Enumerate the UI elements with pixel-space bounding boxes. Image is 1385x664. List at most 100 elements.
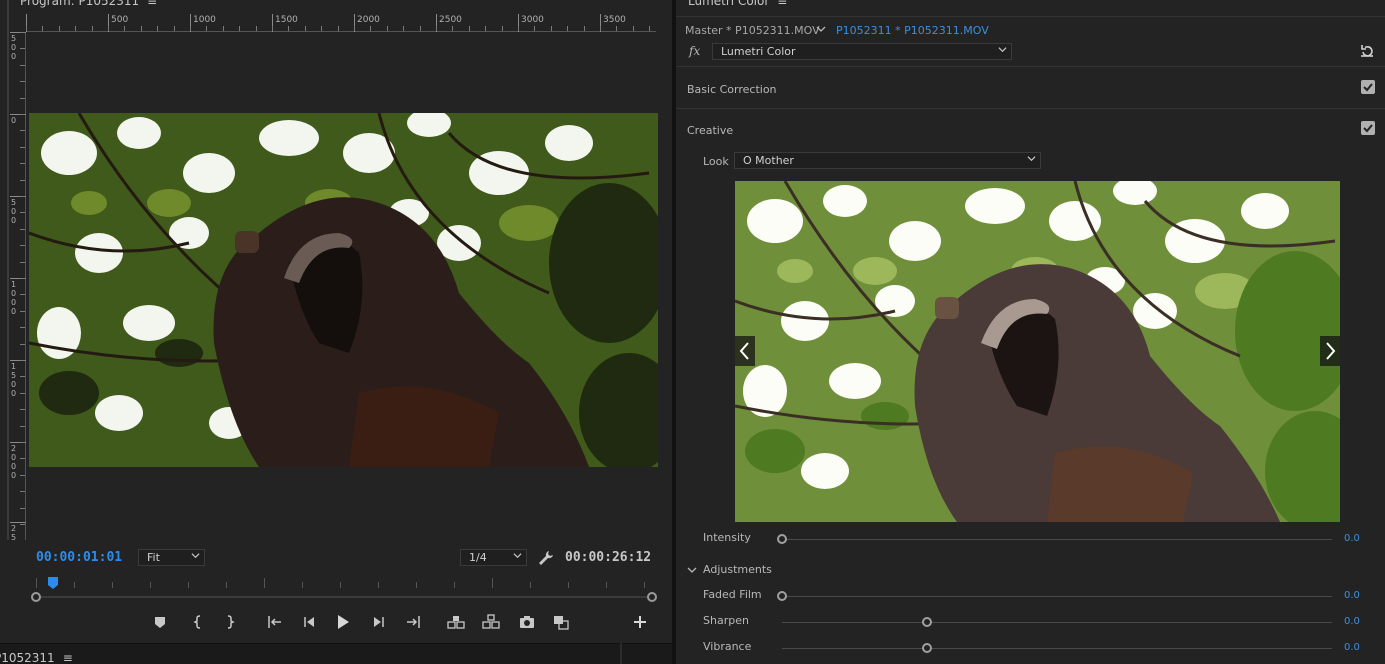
ruler-minor-tick (370, 26, 372, 31)
ruler-minor-tick (600, 26, 601, 31)
go-to-out-button[interactable] (403, 612, 423, 632)
lumetri-color-panel: Lumetri Color ≡ Master * P1052311.MOV P10… (676, 0, 1385, 664)
vertical-ruler: 5 0 0 0 5 0 0 1 0 0 0 1 5 0 0 2 0 0 0 2 … (10, 32, 26, 542)
ruler-minor-tick (20, 327, 25, 329)
ruler-label: 3500 (603, 15, 626, 25)
ruler-minor-tick (20, 343, 25, 345)
adjustments-toggle[interactable]: Adjustments (687, 563, 887, 579)
mark-out-button[interactable] (220, 612, 240, 632)
effect-row: fx Lumetri Color (676, 41, 1385, 67)
intensity-slider-track[interactable] (782, 539, 1332, 540)
playback-resolution-select[interactable]: 1/4 (460, 549, 527, 566)
playhead-icon[interactable] (48, 577, 58, 589)
go-to-in-button[interactable] (265, 612, 285, 632)
step-back-button[interactable] (299, 612, 319, 632)
vibrance-value[interactable]: 0.0 (1344, 642, 1360, 653)
scrub-tick (378, 582, 379, 588)
fx-icon: fx (689, 44, 701, 58)
ruler-label: 1 0 0 0 (11, 280, 17, 316)
ruler-minor-tick (632, 26, 634, 31)
panel-menu-icon[interactable]: ≡ (777, 0, 787, 8)
vibrance-slider-handle[interactable] (922, 643, 932, 653)
vibrance-slider-track[interactable] (782, 648, 1332, 649)
ruler-minor-tick (157, 26, 159, 31)
look-select[interactable]: O Mother (734, 152, 1041, 169)
ruler-minor-tick (20, 376, 25, 378)
ruler-minor-tick (75, 26, 77, 31)
ruler-minor-tick (20, 524, 25, 525)
button-editor-button[interactable] (630, 612, 650, 632)
go-to-out-icon (407, 616, 420, 628)
ruler-minor-tick (419, 26, 421, 31)
faded-film-value[interactable]: 0.0 (1344, 590, 1360, 601)
reset-icon[interactable] (1360, 44, 1374, 58)
ruler-minor-tick (20, 64, 25, 66)
scrub-tick (416, 582, 417, 588)
zoom-level-select[interactable]: Fit (138, 549, 205, 566)
master-clip-link[interactable]: Master * P1052311.MOV (685, 24, 820, 37)
lumetri-color-tab[interactable]: Lumetri Color ≡ (688, 0, 787, 8)
sharpen-value[interactable]: 0.0 (1344, 616, 1360, 627)
timeline-tab[interactable]: P1052311 ≡ (0, 651, 73, 664)
current-timecode[interactable]: 00:00:01:01 (36, 550, 122, 565)
program-video-frame[interactable] (29, 113, 658, 467)
scrub-tick (150, 582, 151, 588)
chevron-down-icon[interactable] (816, 24, 826, 34)
vibrance-label: Vibrance (703, 640, 752, 653)
ruler-label: 5 0 0 (11, 34, 17, 61)
active-clip-link[interactable]: P1052311 * P1052311.MOV (836, 24, 989, 37)
intensity-label: Intensity (703, 531, 751, 544)
intensity-slider-handle[interactable] (777, 534, 787, 544)
ruler-minor-tick (20, 32, 25, 33)
ruler-minor-tick (468, 26, 470, 31)
ruler-minor-tick (649, 26, 651, 31)
lift-icon (447, 616, 465, 629)
ruler-minor-tick (20, 196, 25, 197)
faded-film-slider-handle[interactable] (777, 591, 787, 601)
ruler-label: 2 5 (11, 524, 17, 542)
wrench-icon[interactable] (538, 550, 554, 566)
add-marker-icon (155, 617, 165, 628)
ruler-minor-tick (403, 26, 405, 31)
intensity-value[interactable]: 0.0 (1344, 533, 1360, 544)
zoom-scrollbar-end-handle[interactable] (647, 592, 657, 602)
sharpen-slider-track[interactable] (782, 622, 1332, 623)
chevron-down-icon (191, 553, 200, 559)
comparison-view-button[interactable] (551, 612, 571, 632)
faded-film-slider-track[interactable] (782, 596, 1332, 597)
effect-select[interactable]: Lumetri Color (712, 43, 1012, 60)
checkmark-icon (1363, 124, 1373, 133)
ruler-label: 2500 (439, 15, 462, 25)
creative-section[interactable]: Creative (676, 109, 1385, 150)
ruler-minor-tick (386, 26, 388, 31)
ruler-minor-tick (140, 26, 142, 31)
previous-look-button[interactable] (735, 336, 755, 366)
extract-button[interactable] (481, 612, 501, 632)
ruler-label: 5 0 0 (11, 198, 17, 225)
mark-in-button[interactable] (188, 612, 208, 632)
panel-menu-icon[interactable]: ≡ (63, 651, 73, 664)
scrub-tick (226, 582, 227, 588)
basic-correction-enable-checkbox[interactable] (1361, 80, 1375, 94)
scrub-tick (340, 582, 341, 588)
look-preview-thumbnail[interactable] (735, 181, 1340, 522)
add-marker-button[interactable] (150, 612, 170, 632)
ruler-minor-tick (321, 26, 323, 31)
basic-correction-section[interactable]: Basic Correction (676, 68, 1385, 109)
step-forward-button[interactable] (369, 612, 389, 632)
zoom-scrollbar-start-handle[interactable] (31, 592, 41, 602)
ruler-minor-tick (20, 48, 25, 50)
program-monitor-tab[interactable]: Program: P1052311 ≡ (20, 0, 157, 8)
playhead-scrubber[interactable] (31, 576, 657, 604)
creative-enable-checkbox[interactable] (1361, 121, 1375, 135)
lift-button[interactable] (446, 612, 466, 632)
zoom-scrollbar-track[interactable] (36, 596, 652, 598)
next-look-button[interactable] (1320, 336, 1340, 366)
ruler-minor-tick (583, 26, 585, 31)
export-frame-button[interactable] (517, 612, 537, 632)
ruler-minor-tick (304, 26, 306, 31)
panel-menu-icon[interactable]: ≡ (147, 0, 157, 8)
sharpen-slider-handle[interactable] (922, 617, 932, 627)
play-button[interactable] (333, 612, 353, 632)
ruler-minor-tick (20, 442, 25, 443)
